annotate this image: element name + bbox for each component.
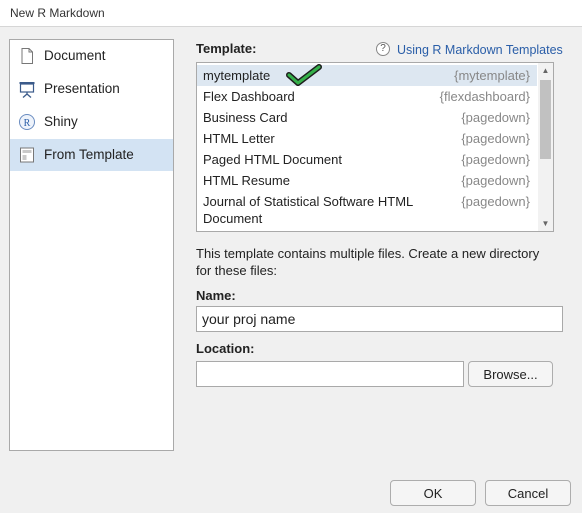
- format-sidebar: Document Presentation R Shiny From Templ…: [9, 39, 174, 451]
- template-name: Paged HTML Document: [203, 152, 342, 167]
- template-row[interactable]: HTML Letter {pagedown}: [197, 128, 537, 149]
- sidebar-item-label: Presentation: [44, 81, 120, 96]
- sidebar-item-document[interactable]: Document: [10, 40, 173, 72]
- scrollbar-thumb[interactable]: [540, 80, 551, 159]
- sidebar-item-label: Shiny: [44, 114, 78, 129]
- svg-text:R: R: [24, 118, 31, 129]
- template-name: HTML Letter: [203, 131, 275, 146]
- scroll-down-icon[interactable]: ▼: [538, 216, 553, 231]
- template-package: {pagedown}: [461, 173, 530, 188]
- name-label: Name:: [196, 288, 236, 303]
- template-row[interactable]: Paged HTML Document {pagedown}: [197, 149, 537, 170]
- template-row-mytemplate[interactable]: mytemplate {mytemplate}: [197, 64, 537, 86]
- shiny-icon: R: [18, 113, 36, 131]
- window-title: New R Markdown: [10, 6, 105, 20]
- sidebar-item-shiny[interactable]: R Shiny: [10, 106, 173, 138]
- template-row[interactable]: Journal of Statistical Software HTML Doc…: [197, 191, 537, 229]
- template-description: This template contains multiple files. C…: [196, 246, 540, 278]
- template-package: {pagedown}: [461, 152, 530, 167]
- template-row[interactable]: Flex Dashboard {flexdashboard}: [197, 86, 537, 107]
- name-input[interactable]: [196, 306, 563, 332]
- template-list[interactable]: mytemplate {mytemplate} Flex Dashboard {…: [196, 62, 554, 232]
- template-row[interactable]: Business Card {pagedown}: [197, 107, 537, 128]
- template-package: {pagedown}: [461, 110, 530, 125]
- template-name: mytemplate: [203, 68, 271, 83]
- template-package: {pagedown}: [461, 131, 530, 146]
- template-package: {pagedown}: [461, 194, 530, 209]
- document-icon: [18, 47, 36, 65]
- presentation-icon: [18, 80, 36, 98]
- template-icon: [18, 146, 36, 164]
- sidebar-item-from-template[interactable]: From Template: [10, 139, 173, 171]
- template-list-scrollbar[interactable]: ▲ ▼: [538, 63, 553, 231]
- template-name: Journal of Statistical Software HTML Doc…: [203, 194, 413, 226]
- sidebar-item-label: Document: [44, 48, 106, 63]
- browse-button[interactable]: Browse...: [468, 361, 553, 387]
- title-bar: New R Markdown: [0, 0, 582, 27]
- template-name: Business Card: [203, 110, 288, 125]
- template-name: Flex Dashboard: [203, 89, 295, 104]
- template-row[interactable]: HTML Resume {pagedown}: [197, 170, 537, 191]
- scroll-up-icon[interactable]: ▲: [538, 63, 553, 78]
- template-package: {mytemplate}: [454, 68, 530, 83]
- location-input[interactable]: [196, 361, 464, 387]
- cancel-button[interactable]: Cancel: [485, 480, 571, 506]
- template-label: Template:: [196, 41, 257, 56]
- template-package: {flexdashboard}: [439, 89, 530, 104]
- sidebar-item-presentation[interactable]: Presentation: [10, 73, 173, 105]
- sidebar-item-label: From Template: [44, 147, 134, 162]
- ok-button[interactable]: OK: [390, 480, 476, 506]
- help-icon: ?: [376, 42, 390, 56]
- location-label: Location:: [196, 341, 255, 356]
- help-link-text[interactable]: Using R Markdown Templates: [397, 43, 563, 57]
- template-name: HTML Resume: [203, 173, 290, 188]
